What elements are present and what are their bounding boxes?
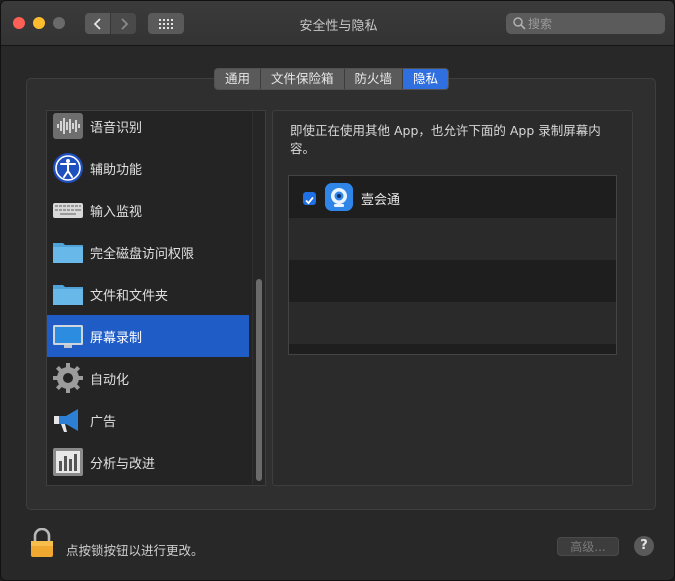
permission-description: 即使正在使用其他 App，也允许下面的 App 录制屏幕内容。: [290, 123, 601, 156]
display-icon: [53, 325, 83, 348]
scrollbar-thumb[interactable]: [256, 279, 262, 481]
title-bar: 安全性与隐私: [1, 1, 674, 46]
megaphone-icon: [54, 409, 78, 432]
webcam-app-icon: [325, 183, 353, 211]
preferences-window: 安全性与隐私 通用 文件保险箱 防火墙 隐私: [0, 0, 675, 581]
tab-filevault[interactable]: 文件保险箱: [261, 69, 345, 89]
gear-icon: [53, 363, 83, 393]
list-item[interactable]: 壹会通: [289, 176, 616, 218]
folder-icon: [53, 243, 83, 263]
sidebar-item-input-monitoring[interactable]: 输入监视: [47, 189, 249, 231]
sidebar-item-speech-recognition[interactable]: 语音识别: [47, 111, 249, 147]
table-row: [289, 260, 616, 302]
search-field[interactable]: [506, 13, 665, 34]
table-row: [289, 344, 616, 354]
speech-recognition-icon: [53, 113, 83, 139]
sidebar-item-automation[interactable]: 自动化: [47, 357, 249, 399]
sidebar-item-label: 文件和文件夹: [90, 289, 169, 304]
privacy-category-list[interactable]: 语音识别 辅助功能 输入监视 完全磁盘访问权限 文件和文件夹 屏幕录制 自动化 …: [46, 110, 266, 486]
advanced-button[interactable]: 高级...: [557, 537, 619, 556]
sidebar-item-label: 语音识别: [90, 121, 143, 136]
sidebar-item-files-and-folders[interactable]: 文件和文件夹: [47, 273, 249, 315]
app-checkbox[interactable]: [303, 192, 316, 205]
search-input[interactable]: [528, 13, 658, 34]
tab-bar: 通用 文件保险箱 防火墙 隐私: [214, 68, 450, 90]
sidebar-item-analytics[interactable]: 分析与改进: [47, 441, 249, 483]
sidebar-item-label: 屏幕录制: [90, 331, 143, 346]
checkmark-icon: [305, 196, 314, 205]
lock-hint-text: 点按锁按钮以进行更改。: [66, 543, 204, 558]
table-row: [289, 302, 616, 344]
sidebar-item-accessibility[interactable]: 辅助功能: [47, 147, 249, 189]
sidebar-item-advertising[interactable]: 广告: [47, 399, 249, 441]
sidebar-item-screen-recording[interactable]: 屏幕录制: [47, 315, 249, 357]
sidebar-item-label: 完全磁盘访问权限: [90, 247, 195, 262]
app-name: 壹会通: [361, 193, 401, 208]
tab-firewall[interactable]: 防火墙: [345, 69, 404, 89]
tab-privacy[interactable]: 隐私: [403, 69, 449, 89]
help-button[interactable]: ?: [634, 536, 654, 556]
accessibility-icon: [53, 153, 83, 183]
table-row: [289, 218, 616, 260]
app-permission-list[interactable]: 壹会通: [288, 175, 617, 355]
keyboard-icon: [53, 203, 83, 218]
tab-general[interactable]: 通用: [215, 69, 262, 89]
sidebar-item-full-disk-access[interactable]: 完全磁盘访问权限: [47, 231, 249, 273]
sidebar-item-label: 输入监视: [90, 205, 143, 220]
sidebar-item-label: 自动化: [90, 373, 130, 388]
search-icon: [513, 17, 526, 30]
sidebar-item-label: 分析与改进: [90, 457, 156, 472]
lock-icon[interactable]: [30, 528, 54, 558]
folder-icon: [53, 285, 83, 305]
analytics-icon: [53, 448, 83, 476]
sidebar-item-label: 辅助功能: [90, 163, 143, 178]
sidebar-item-label: 广告: [90, 415, 117, 430]
